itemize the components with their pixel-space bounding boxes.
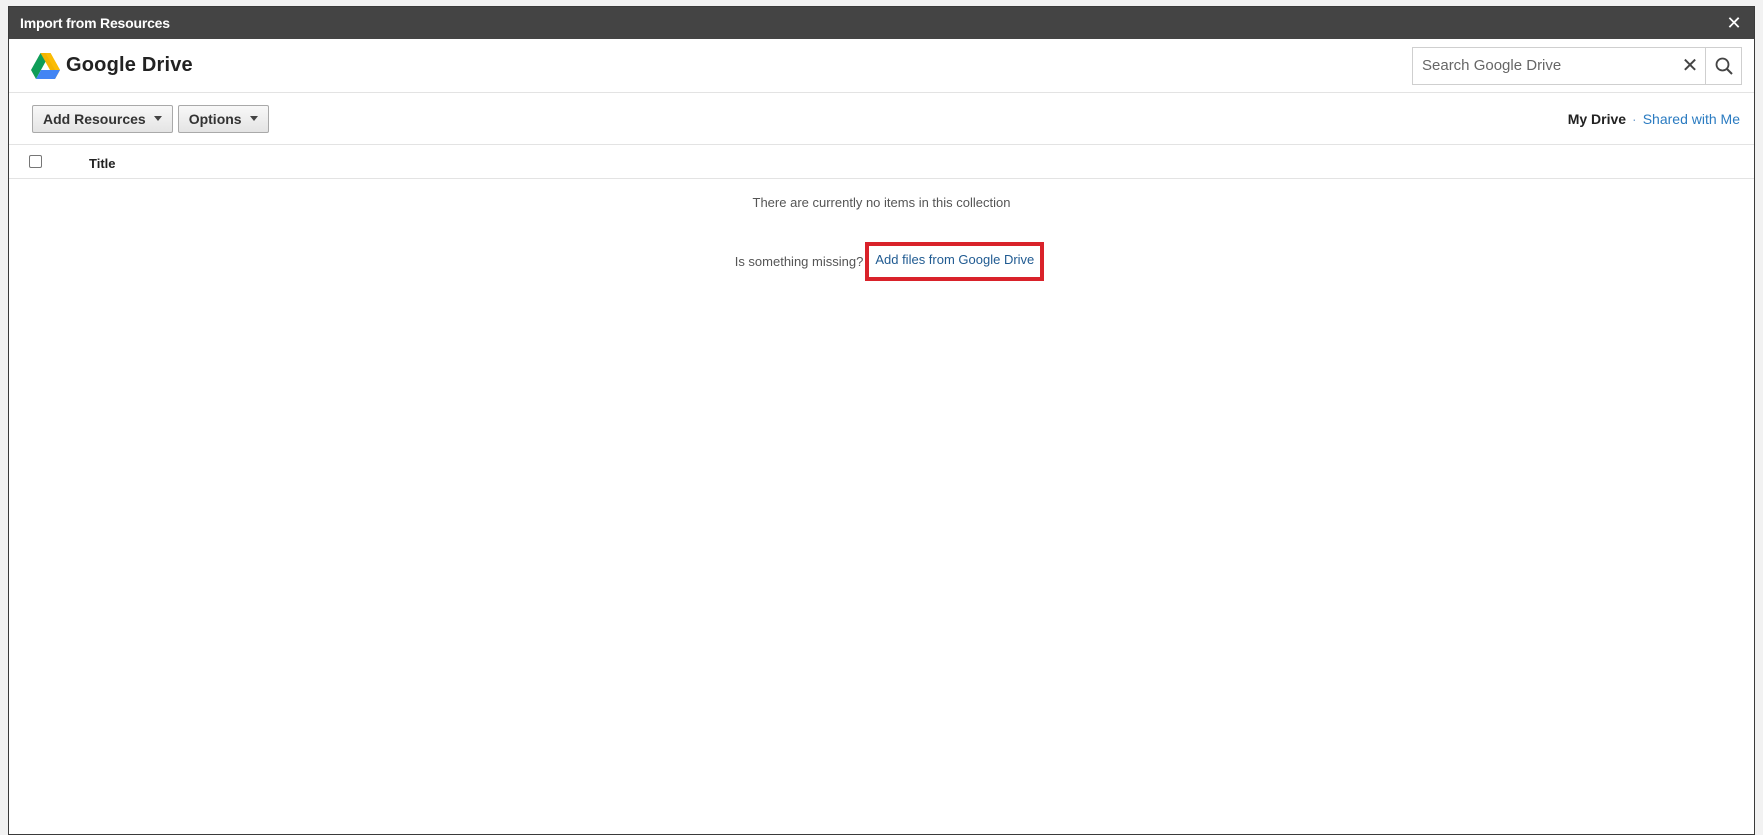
add-resources-button[interactable]: Add Resources [32,104,173,133]
toolbar-buttons: Add Resources Options [32,104,269,133]
search-input[interactable] [1413,47,1675,84]
import-dialog: Import from Resources ✕ Google Drive ✕ [8,6,1755,835]
search-box: ✕ [1412,46,1742,85]
google-drive-icon [31,52,60,79]
missing-text: Is something missing? [734,254,864,269]
dialog-title: Import from Resources [20,15,170,31]
options-label: Options [188,110,242,127]
my-drive-tab[interactable]: My Drive [1568,111,1626,127]
brand-name: Google Drive [66,54,193,76]
dialog-titlebar: Import from Resources ✕ [9,7,1754,39]
clear-search-icon[interactable]: ✕ [1675,48,1705,84]
brand: Google Drive [31,52,193,79]
column-title[interactable]: Title [89,156,116,171]
missing-prompt: Is something missing? Add files from Goo… [9,242,1754,281]
add-files-link[interactable]: Add files from Google Drive [865,242,1045,281]
select-all-checkbox[interactable] [29,155,42,168]
add-resources-label: Add Resources [43,110,146,127]
chevron-down-icon [249,116,258,121]
options-button[interactable]: Options [177,104,269,133]
search-icon [1715,57,1733,75]
search-button[interactable] [1705,47,1741,84]
shared-with-me-link[interactable]: Shared with Me [1643,111,1740,127]
table-header: Title [9,145,1754,179]
nav-separator: · [1632,110,1637,127]
drive-nav: My Drive · Shared with Me [1568,111,1740,127]
toolbar: Add Resources Options My Drive · Shared … [9,93,1754,145]
drive-header: Google Drive ✕ [9,39,1754,93]
empty-message: There are currently no items in this col… [752,195,1011,210]
close-icon[interactable]: ✕ [1726,14,1742,32]
chevron-down-icon [153,116,162,121]
